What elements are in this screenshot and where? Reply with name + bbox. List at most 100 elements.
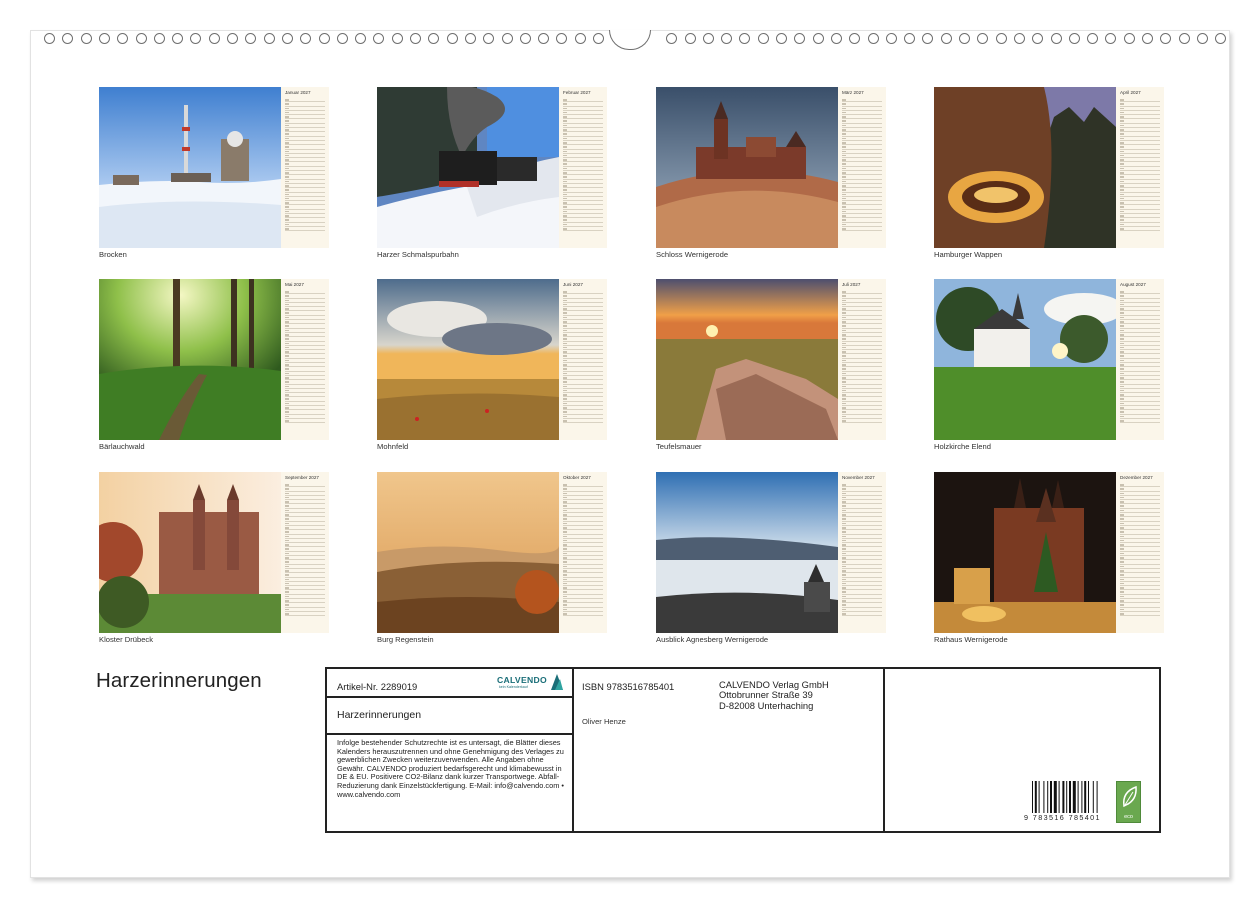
cover-title: Harzerinnerungen: [96, 669, 262, 692]
binding-ring: [666, 33, 678, 44]
binding-ring: [190, 33, 202, 44]
binding-ring: [1050, 33, 1062, 44]
photo-caption: Harzer Schmalspurbahn: [377, 250, 459, 259]
binding-ring: [172, 33, 184, 44]
binding-ring: [574, 33, 586, 44]
binding-ring: [702, 33, 714, 44]
binding-ring: [757, 33, 769, 44]
barcode-number: 9 783516 785401: [1024, 813, 1101, 822]
binding-ring: [904, 33, 916, 44]
binding-ring: [593, 33, 604, 44]
binding-ring: [373, 33, 385, 44]
binding-ring: [977, 33, 989, 44]
calendar-title: Harzerinnerungen: [337, 709, 422, 721]
photo-caption: Rathaus Wernigerode: [934, 635, 1008, 644]
day-line: [563, 227, 603, 232]
binding-ring: [922, 33, 934, 44]
binding-ring: [995, 33, 1007, 44]
photo-teufelsmauer: [656, 279, 838, 440]
binding-ring: [885, 33, 897, 44]
photo-caption: Schloss Wernigerode: [656, 250, 729, 259]
binding-ring: [684, 33, 696, 44]
month-label: Juni 2027: [563, 282, 583, 287]
day-line: [842, 419, 882, 424]
binding-ring: [62, 33, 74, 44]
article-number: Artikel-Nr. 2289019: [337, 681, 418, 692]
month-august: August 2027 Holzkirche Elend: [934, 279, 1164, 454]
binding-ring: [318, 33, 330, 44]
month-label: Mai 2027: [285, 282, 304, 287]
binding-ring: [1215, 33, 1227, 44]
binding-ring: [1196, 33, 1208, 44]
day-line: [285, 419, 325, 424]
month-label: September 2027: [285, 475, 319, 480]
photo-caption: Kloster Drübeck: [99, 635, 154, 644]
photo-mohnfeld: [377, 279, 559, 440]
photo-ausblick-agnesberg: [656, 472, 838, 633]
binding-ring: [98, 33, 110, 44]
divider: [327, 696, 573, 698]
date-grid: Dezember 2027: [1116, 472, 1164, 633]
binding-ring: [153, 33, 165, 44]
binding-ring: [245, 33, 257, 44]
binding-ring: [794, 33, 806, 44]
date-grid: August 2027: [1116, 279, 1164, 440]
divider: [883, 669, 885, 831]
month-label: Dezember 2027: [1120, 475, 1153, 480]
day-line: [1120, 419, 1160, 424]
photo-caption: Burg Regenstein: [377, 635, 434, 644]
day-line: [1120, 612, 1160, 617]
month-label: November 2027: [842, 475, 875, 480]
month-january: Januar 2027 Brocken: [99, 87, 329, 262]
binding-ring: [519, 33, 531, 44]
month-october: Oktober 2027 Burg Regenstein: [377, 472, 607, 647]
binding-ring: [1160, 33, 1172, 44]
photo-kloster-druebeck: [99, 472, 281, 633]
binding-ring: [483, 33, 495, 44]
month-november: November 2027 Ausblick Agnesberg Wernige…: [656, 472, 886, 647]
binding-ring: [721, 33, 733, 44]
binding-ring: [428, 33, 440, 44]
binding-ring: [1123, 33, 1135, 44]
month-may: Mai 2027 Bärlauchwald: [99, 279, 329, 454]
day-line: [285, 227, 325, 232]
date-grid: Juni 2027: [559, 279, 607, 440]
month-label: Februar 2027: [563, 90, 591, 95]
calvendo-logo: CALVENDO: [497, 675, 547, 685]
photo-caption: Teufelsmauer: [656, 442, 702, 451]
month-september: September 2027 Kloster Drübeck: [99, 472, 329, 647]
binding-ring: [355, 33, 367, 44]
binding-ring: [300, 33, 312, 44]
month-label: Juli 2027: [842, 282, 861, 287]
month-label: Oktober 2027: [563, 475, 591, 480]
binding-ring: [1142, 33, 1153, 44]
photo-hamburger-wappen: [934, 87, 1116, 248]
binding-ring: [1013, 33, 1025, 44]
date-grid: Oktober 2027: [559, 472, 607, 633]
eco-badge: eco: [1116, 781, 1141, 823]
eco-label: eco: [1124, 814, 1133, 820]
month-december: Dezember 2027 Rathaus Wernigerode: [934, 472, 1164, 647]
date-grid: Mai 2027: [281, 279, 329, 440]
month-february: Februar 2027 Harzer Schmalspurbahn: [377, 87, 607, 262]
day-line: [842, 227, 882, 232]
month-label: Januar 2027: [285, 90, 311, 95]
binding-ring: [464, 33, 476, 44]
date-grid: Februar 2027: [559, 87, 607, 248]
binding-ring: [227, 33, 238, 44]
day-line: [563, 612, 603, 617]
binding-ring: [959, 33, 970, 44]
binding-ring: [812, 33, 824, 44]
month-label: April 2027: [1120, 90, 1141, 95]
photo-holzkirche-elend: [934, 279, 1116, 440]
photo-caption: Hamburger Wappen: [934, 250, 1003, 259]
binding-ring: [117, 33, 129, 44]
date-grid: September 2027: [281, 472, 329, 633]
date-grid: März 2027: [838, 87, 886, 248]
date-grid: Januar 2027: [281, 87, 329, 248]
binding-ring: [446, 33, 458, 44]
photo-harzer-schmalspurbahn: [377, 87, 559, 248]
photo-schloss-wernigerode: [656, 87, 838, 248]
photo-caption: Bärlauchwald: [99, 442, 145, 451]
month-label: März 2027: [842, 90, 864, 95]
